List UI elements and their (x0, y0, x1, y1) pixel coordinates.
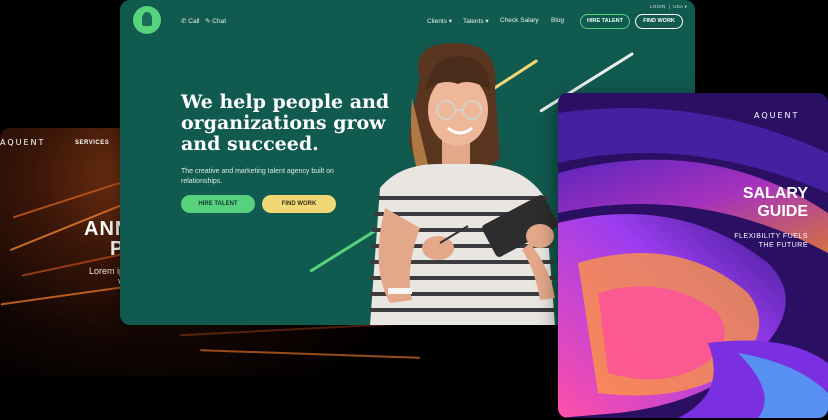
salary-guide-card[interactable] (558, 93, 828, 418)
chevron-down-icon: ▾ (485, 18, 489, 25)
swirl-artwork (558, 93, 828, 418)
chat-link[interactable]: ✎ Chat (205, 17, 226, 25)
phone-icon: ✆ (181, 18, 187, 25)
call-link[interactable]: ✆ Call (181, 17, 199, 25)
salary-guide-title-line1: SALARY (742, 185, 808, 202)
region-select[interactable]: USA (673, 4, 683, 9)
nav-check-salary[interactable]: Check Salary (500, 17, 539, 24)
chevron-down-icon: ▾ (684, 4, 688, 9)
login-link[interactable]: LOGIN (650, 4, 666, 9)
salary-guide-title-line2: GUIDE (757, 203, 808, 220)
chat-icon: ✎ (205, 18, 211, 25)
light-streak (12, 179, 128, 219)
nav-hire-talent-button[interactable]: HIRE TALENT (580, 14, 630, 29)
salary-guide-subtitle-line1: FLEXIBILITY FUELS (734, 233, 808, 240)
light-streak (200, 349, 420, 359)
hero-find-work-button[interactable]: FIND WORK (262, 195, 336, 213)
nav-talents[interactable]: Talents ▾ (463, 17, 489, 25)
nav-services[interactable]: SERVICES (75, 140, 109, 146)
nav-find-work-button[interactable]: FIND WORK (635, 14, 683, 29)
leaf-icon (142, 12, 152, 26)
hero-hire-talent-button[interactable]: HIRE TALENT (181, 195, 255, 213)
aquent-logo-right: AQUENT (754, 111, 800, 120)
salary-guide-subtitle-line2: THE FUTURE (758, 242, 808, 249)
hero-photo-woman (370, 43, 558, 325)
chevron-down-icon: ▾ (448, 18, 452, 25)
nav-blog[interactable]: Blog (551, 17, 564, 24)
aquent-logo: AQUENT (0, 138, 46, 147)
nav-clients[interactable]: Clients ▾ (427, 17, 452, 25)
hero-subtitle: The creative and marketing talent agency… (181, 168, 334, 185)
login-region-strip[interactable]: LOGIN | USA ▾ (650, 4, 687, 10)
